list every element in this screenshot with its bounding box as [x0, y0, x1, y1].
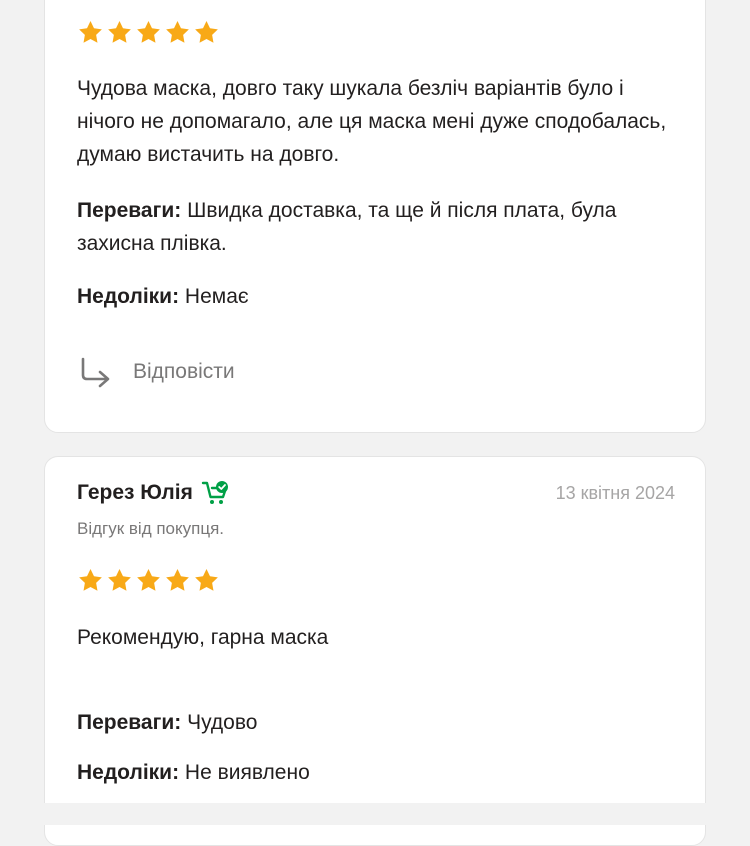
- review-card: Герез Юлія 13 квітня 2024 Відгук від пок…: [44, 456, 706, 846]
- star-icon: [193, 567, 220, 594]
- reply-label: Відповісти: [133, 360, 235, 383]
- review-pros: Переваги: Швидка доставка, та ще й після…: [77, 194, 677, 260]
- cons-label: Недоліки:: [77, 761, 180, 784]
- pros-text: Чудово: [187, 711, 258, 734]
- review-pros: Переваги: Чудово: [77, 706, 677, 739]
- review-text: Чудова маска, довго таку шукала безліч в…: [77, 77, 667, 166]
- review-text: Рекомендую, гарна маска: [77, 626, 329, 649]
- star-icon: [77, 567, 104, 594]
- buyer-note: Відгук від покупця.: [77, 519, 225, 538]
- review-date: 13 квітня 2024: [555, 483, 675, 503]
- author-name: Герез Юлія: [77, 481, 193, 504]
- star-icon: [193, 19, 220, 46]
- cons-text: Не виявлено: [184, 761, 310, 784]
- review-card: Чудова маска, довго таку шукала безліч в…: [44, 0, 706, 433]
- pros-label: Переваги:: [77, 199, 182, 222]
- cons-text: Немає: [184, 285, 249, 308]
- cons-label: Недоліки:: [77, 285, 180, 308]
- star-icon: [135, 567, 162, 594]
- star-icon: [135, 19, 162, 46]
- reply-arrow-icon: [77, 355, 115, 389]
- cart-check-icon: [201, 479, 231, 507]
- pros-label: Переваги:: [77, 711, 182, 734]
- author-row: Герез Юлія: [77, 479, 231, 507]
- star-icon: [77, 19, 104, 46]
- star-icon: [106, 567, 133, 594]
- star-icon: [164, 19, 191, 46]
- star-rating: [77, 567, 220, 594]
- star-icon: [106, 19, 133, 46]
- page-background-strip: [0, 803, 750, 825]
- star-rating: [77, 19, 220, 46]
- star-icon: [164, 567, 191, 594]
- review-cons: Недоліки: Немає: [77, 280, 677, 313]
- reply-button[interactable]: Відповісти: [77, 355, 235, 389]
- review-cons: Недоліки: Не виявлено: [77, 756, 677, 789]
